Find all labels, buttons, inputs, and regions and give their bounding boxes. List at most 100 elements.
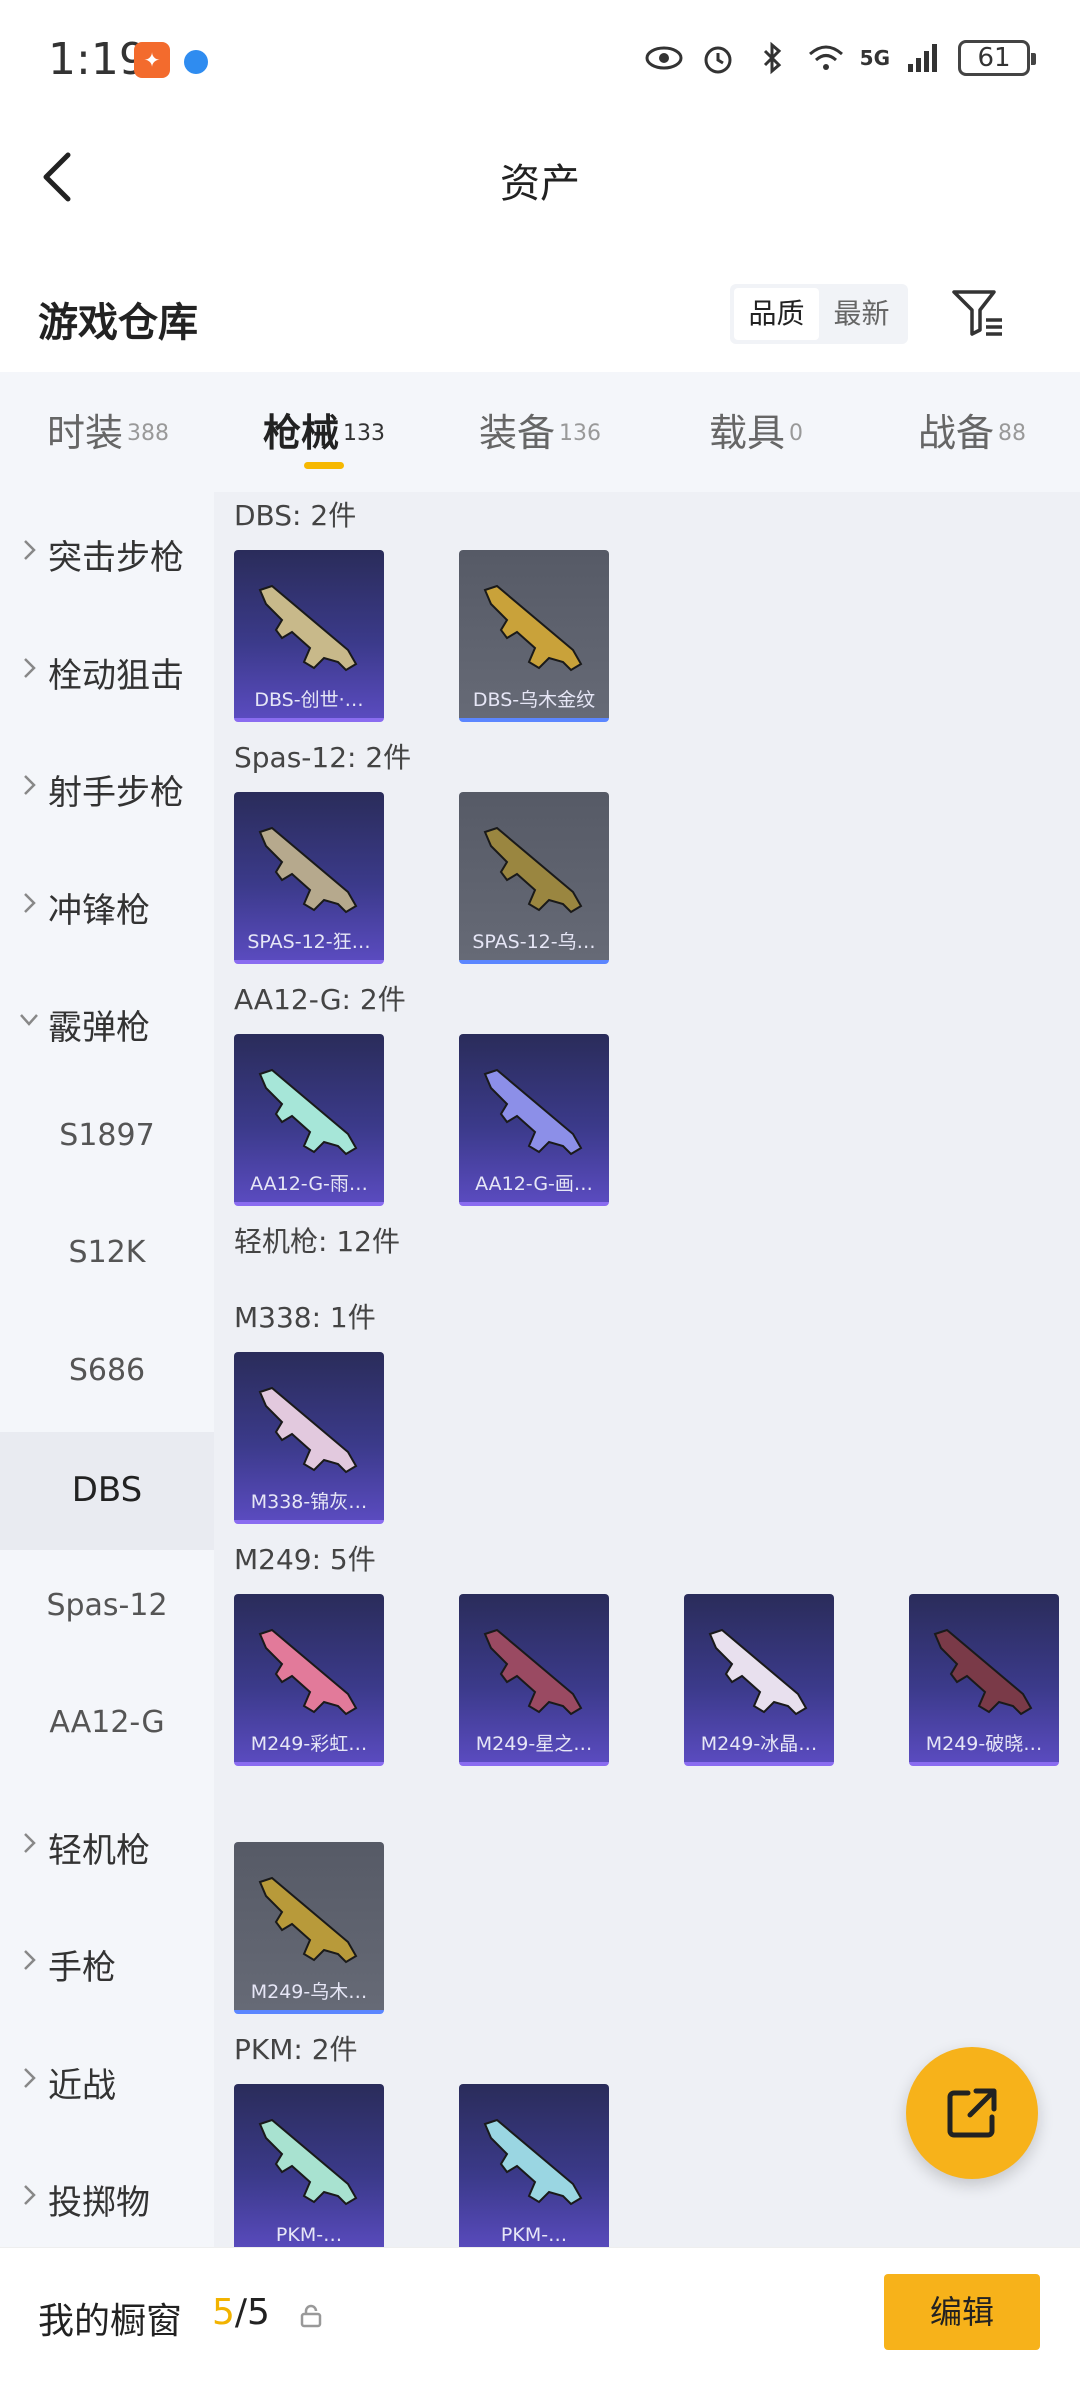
sidebar-subitem[interactable]: S686: [0, 1315, 214, 1433]
sort-option-quality[interactable]: 品质: [734, 288, 819, 340]
battery-indicator: 61: [958, 40, 1036, 76]
chevron-right-icon: [24, 2185, 36, 2205]
weapon-skin-card[interactable]: DBS-乌木金纹: [459, 550, 609, 722]
chevron-right-icon: [24, 775, 36, 795]
sidebar-item-label: 突击步枪: [48, 538, 184, 578]
showcase-current: 5: [212, 2292, 235, 2333]
weapon-skin-card[interactable]: SPAS-12-乌…: [459, 792, 609, 964]
sidebar-item-label: AA12-G: [49, 1705, 165, 1740]
weapon-skin-card[interactable]: PKM-…: [459, 2084, 609, 2247]
category-tabs: 时装 388 枪械 133 装备 136 载具 0 战备 88: [0, 372, 1080, 492]
weapon-skin-card[interactable]: M338-锦灰…: [234, 1352, 384, 1524]
sidebar-subitem[interactable]: AA12-G: [0, 1667, 214, 1785]
weapon-skin-card[interactable]: SPAS-12-狂…: [234, 792, 384, 964]
signal-icon: [908, 44, 937, 72]
tab-label: 装备: [478, 411, 555, 455]
section-header: Spas-12: 2件: [234, 741, 412, 774]
gun-icon: [258, 1386, 358, 1474]
active-tab-indicator: [304, 462, 344, 469]
gun-icon: [258, 826, 358, 914]
sidebar-category[interactable]: 栓动狙击: [0, 610, 214, 728]
weapon-skin-name: DBS-创世·…: [254, 689, 364, 711]
section-header: 轻机枪: 12件: [234, 1225, 400, 1258]
page-title: 资产: [500, 161, 580, 207]
section-header: AA12-G: 2件: [234, 983, 406, 1016]
sidebar-subitem[interactable]: Spas-12: [0, 1550, 214, 1668]
external-link-icon: [947, 2088, 997, 2138]
sidebar-item-label: S1897: [59, 1117, 155, 1153]
status-icons: 5G 61: [644, 38, 1036, 78]
sidebar-item-label: 手枪: [48, 1948, 116, 1988]
weapon-skin-card[interactable]: DBS-创世·…: [234, 550, 384, 722]
sidebar-item-label: 射手步枪: [48, 773, 184, 813]
sidebar-item-label: 近战: [48, 2065, 116, 2106]
chevron-right-icon: [24, 1832, 36, 1853]
tab-guns[interactable]: 枪械 133: [216, 372, 432, 492]
sidebar-category[interactable]: 手枪: [0, 1902, 214, 2020]
weapon-skin-card[interactable]: AA12-G-画…: [459, 1034, 609, 1206]
tab-supplies[interactable]: 战备 88: [864, 372, 1080, 492]
weapon-skin-name: M249-彩虹…: [250, 1733, 368, 1755]
filter-icon[interactable]: [950, 286, 1006, 342]
weapon-skin-name: PKM-…: [275, 2224, 343, 2246]
gun-icon: [933, 1628, 1033, 1716]
warehouse-title: 游戏仓库: [38, 300, 198, 346]
weapon-skin-name: AA12-G-雨…: [250, 1173, 368, 1195]
weapon-skin-card[interactable]: M249-乌木…: [234, 1842, 384, 2014]
app-root: 1:19 ✦ 5G 61 资产 游戏仓库 品质 最新 时装 388 枪械 133 装…: [0, 0, 1080, 2381]
weapon-skin-name: PKM-…: [500, 2224, 568, 2246]
sidebar-category[interactable]: 近战: [0, 2020, 214, 2138]
weapon-skin-name: SPAS-12-乌…: [472, 931, 596, 953]
weapon-skin-card[interactable]: M249-冰晶…: [684, 1594, 834, 1766]
weapon-skin-name: M249-冰晶…: [700, 1733, 818, 1755]
weapon-skin-card[interactable]: PKM-…: [234, 2084, 384, 2247]
sidebar-item-label: 栓动狙击: [48, 655, 184, 696]
weapon-category-sidebar: 突击步枪栓动狙击射手步枪冲锋枪 霰弹枪 S1897 S12K S686 DBS Spas-1…: [0, 492, 214, 2247]
tab-equipment[interactable]: 装备 136: [432, 372, 648, 492]
section-header: DBS: 2件: [234, 499, 357, 532]
chevron-right-icon: [24, 892, 36, 913]
tab-label: 战备: [917, 411, 994, 455]
wifi-icon: [808, 45, 843, 70]
sidebar-subitem[interactable]: DBS: [0, 1432, 214, 1550]
sidebar-subitem[interactable]: S12K: [0, 1197, 214, 1315]
sidebar-category[interactable]: 突击步枪: [0, 492, 214, 610]
eye-icon: [645, 46, 683, 70]
section-header: M338: 1件: [234, 1301, 376, 1334]
sidebar-category[interactable]: 投掷物: [0, 2137, 214, 2247]
tab-label: 载具: [708, 411, 785, 455]
battery-level: 61: [977, 43, 1011, 73]
share-button[interactable]: [906, 2047, 1038, 2179]
chevron-down-icon: [20, 1014, 38, 1026]
sidebar-category[interactable]: 霰弹枪: [0, 962, 214, 1080]
sidebar-subitem[interactable]: S1897: [0, 1080, 214, 1198]
weapon-skin-card[interactable]: M249-星之…: [459, 1594, 609, 1766]
edit-button[interactable]: 编辑: [884, 2274, 1040, 2350]
weapon-skin-card[interactable]: M249-破晓…: [909, 1594, 1059, 1766]
sidebar-category[interactable]: 冲锋枪: [0, 845, 214, 963]
gun-icon: [258, 584, 358, 672]
tab-fashion[interactable]: 时装 388: [0, 372, 216, 492]
gun-icon: [483, 1628, 583, 1716]
weapon-skin-name: SPAS-12-狂…: [247, 931, 371, 953]
weapon-skin-name: M249-破晓…: [925, 1733, 1043, 1755]
sidebar-item-label: S12K: [68, 1235, 146, 1270]
alarm-icon: [704, 46, 732, 74]
weapon-skin-card[interactable]: M249-彩虹…: [234, 1594, 384, 1766]
sidebar-item-label: 轻机枪: [48, 1830, 150, 1871]
chevron-right-icon: [24, 2067, 36, 2088]
weapon-skin-card[interactable]: AA12-G-雨…: [234, 1034, 384, 1206]
tab-vehicles[interactable]: 载具 0: [648, 372, 864, 492]
sort-option-newest[interactable]: 最新: [819, 288, 904, 340]
warehouse-bar: 游戏仓库 品质 最新: [0, 270, 1080, 370]
tab-count: 133: [343, 420, 385, 446]
showcase-bar: 我的橱窗 5/5 编辑: [0, 2247, 1080, 2381]
weapon-skin-name: M249-乌木…: [250, 1981, 368, 2003]
weapon-skin-name: AA12-G-画…: [475, 1173, 593, 1195]
sidebar-category[interactable]: 射手步枪: [0, 727, 214, 845]
section-header: M249: 5件: [234, 1543, 376, 1576]
weapon-skin-name: DBS-乌木金纹: [472, 689, 596, 711]
tab-count: 0: [789, 420, 803, 446]
sidebar-category[interactable]: 轻机枪: [0, 1785, 214, 1903]
network-type: 5G: [859, 46, 890, 70]
